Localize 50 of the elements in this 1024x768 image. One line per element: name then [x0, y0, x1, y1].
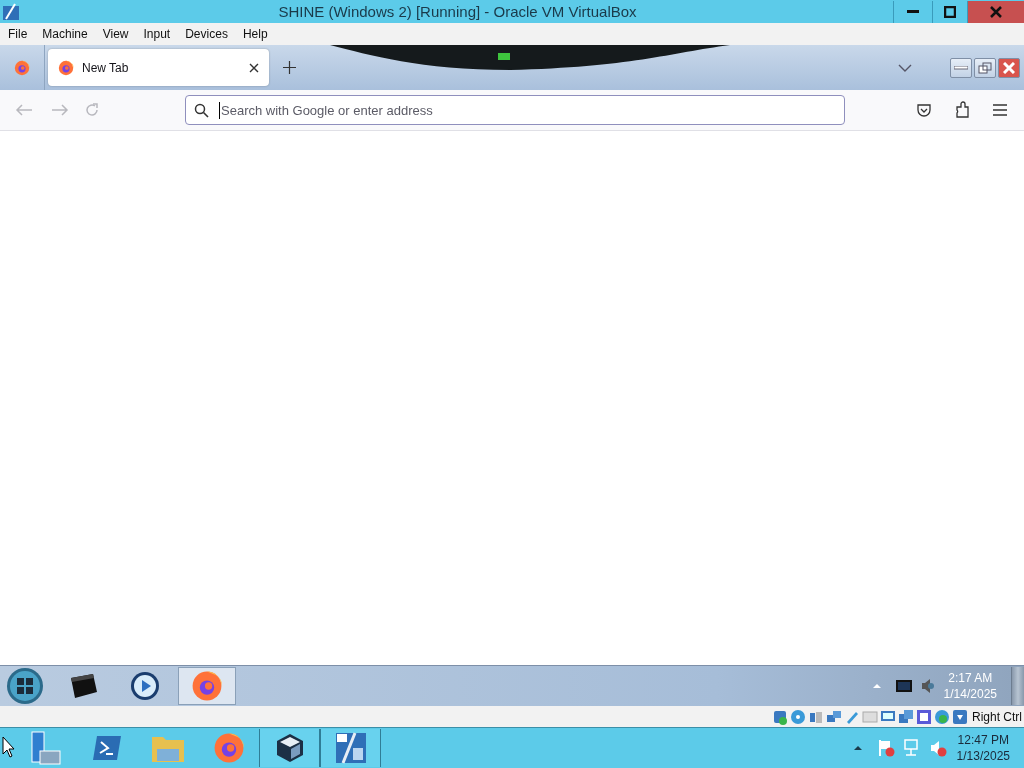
plus-icon[interactable]	[282, 61, 296, 74]
restore-icon	[978, 61, 992, 74]
caret-up-icon[interactable]	[852, 745, 863, 751]
firefox-icon	[191, 670, 223, 702]
play-icon[interactable]	[130, 671, 160, 701]
close-icon[interactable]	[249, 62, 259, 73]
vm-window-icon[interactable]	[334, 732, 367, 764]
minimize-icon	[954, 65, 968, 70]
optical-disc-icon[interactable]	[790, 708, 806, 725]
menu-item[interactable]: Input	[135, 27, 178, 41]
speaker-muted-icon[interactable]	[928, 739, 947, 757]
host-key-label: Right Ctrl	[972, 709, 1022, 724]
clock-date: 1/13/2025	[956, 748, 1010, 764]
address-bar[interactable]: Search with Google or enter address	[185, 95, 845, 125]
clock-time: 12:47 PM	[957, 732, 1009, 748]
maximize-button[interactable]	[974, 57, 996, 78]
terminal-icon[interactable]	[90, 734, 123, 762]
menu-item[interactable]: File	[0, 27, 35, 41]
restore-icon	[944, 5, 956, 18]
browser-tab[interactable]: New Tab	[48, 49, 269, 86]
virtualbox-icon	[2, 2, 20, 21]
clock-time: 2:17 AM	[948, 670, 993, 686]
menu-item[interactable]: Help	[234, 27, 275, 41]
clock-date: 1/14/2025	[943, 686, 997, 702]
chevron-down-icon[interactable]	[898, 63, 912, 72]
close-icon	[1003, 61, 1015, 74]
taskbar-button[interactable]	[259, 729, 320, 767]
close-button[interactable]	[967, 0, 1024, 23]
start-orb-icon[interactable]	[6, 667, 44, 705]
menu-item[interactable]: Machine	[34, 27, 95, 41]
menu-item[interactable]: Devices	[177, 27, 235, 41]
flag-error-icon[interactable]	[876, 739, 895, 757]
cube-icon[interactable]	[275, 733, 304, 763]
window-title: SHINE (Windows 2) [Running] - Oracle VM VirtualBox	[277, 3, 638, 20]
firefox-icon	[58, 59, 74, 76]
firefox-icon	[212, 732, 245, 764]
globe-icon[interactable]	[934, 708, 950, 725]
pocket-icon[interactable]	[916, 102, 932, 118]
minimize-icon	[907, 9, 919, 14]
close-icon	[990, 5, 1002, 18]
monitor-icon[interactable]	[895, 679, 912, 693]
search-icon	[194, 102, 209, 118]
show-desktop-button[interactable]	[1011, 667, 1024, 705]
firefox-icon	[14, 59, 30, 76]
speaker-icon[interactable]	[919, 678, 934, 694]
menu-item[interactable]: View	[94, 27, 136, 41]
taskbar-button[interactable]	[320, 729, 381, 767]
download-icon[interactable]	[952, 708, 968, 725]
mouse-cursor-icon	[2, 736, 16, 758]
server-icon[interactable]	[29, 731, 62, 765]
